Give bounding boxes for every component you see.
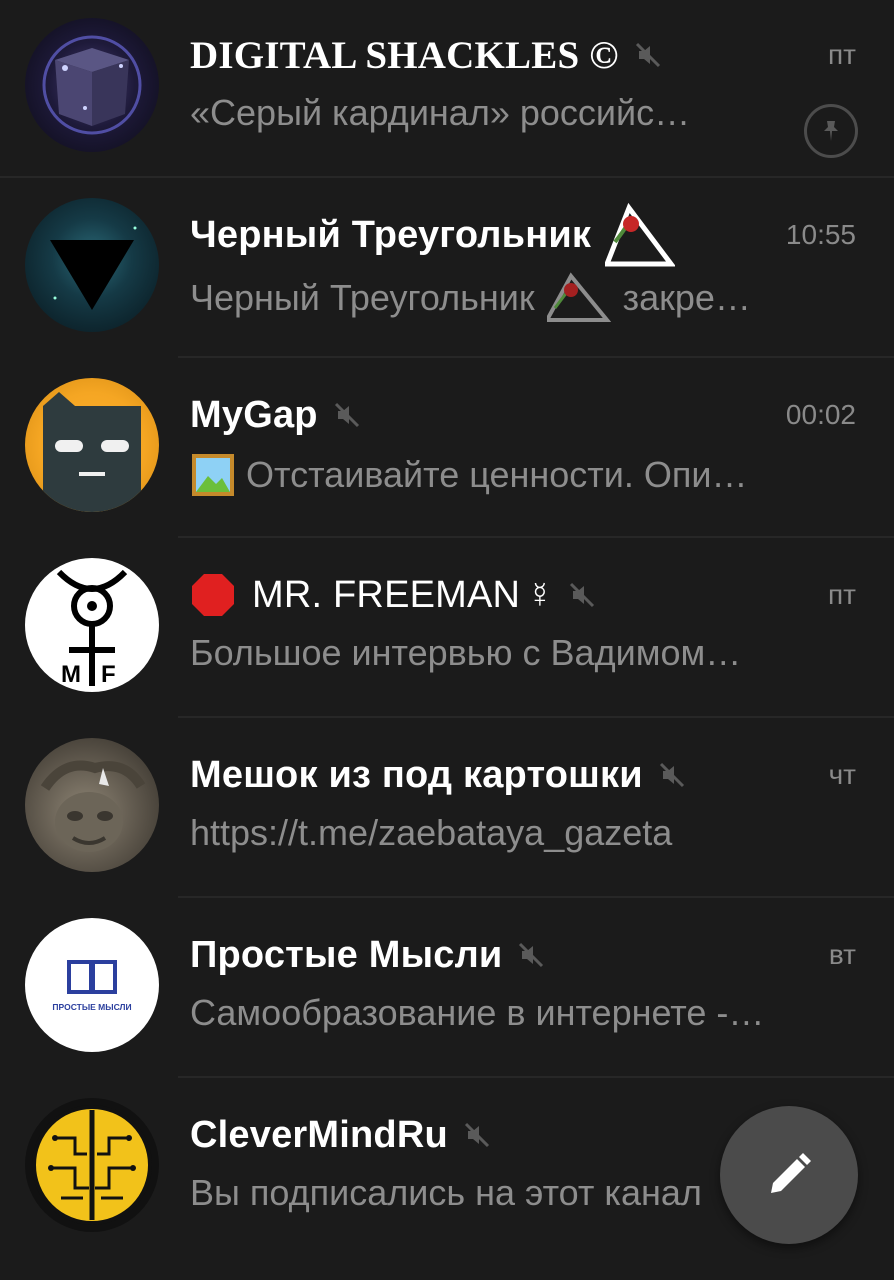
chat-row-black-triangle[interactable]: Черный Треугольник 10:55 Черный Треуголь…	[0, 180, 894, 358]
muted-speaker-icon	[334, 402, 359, 428]
chat-time: пт	[828, 579, 856, 610]
chat-preview-text: «Серый кардинал» российс…	[190, 92, 691, 133]
avatar	[25, 18, 159, 152]
divider	[178, 896, 894, 898]
chat-title: MyGap	[190, 393, 318, 436]
avatar	[25, 378, 159, 512]
chat-preview: Самообразование в интернете -…	[190, 992, 810, 1034]
muted-speaker-icon	[464, 1122, 489, 1148]
muted-speaker-icon	[635, 42, 660, 68]
chat-preview-text: Черный Треугольник	[190, 277, 535, 318]
chat-title: Простые Мысли	[190, 933, 503, 976]
compose-button[interactable]	[720, 1106, 858, 1244]
chat-title: Мешок из под картошки	[190, 753, 643, 796]
chat-title-line: DIGITAL SHACKLES ©	[190, 30, 858, 80]
chat-preview-text: Большое интервью с Вадимом…	[190, 632, 742, 673]
chat-time: 10:55	[785, 219, 856, 250]
avatar-label: ПРОСТЫЕ МЫСЛИ	[52, 1002, 131, 1012]
divider	[178, 536, 894, 538]
chat-row-digital-shackles[interactable]: DIGITAL SHACKLES © пт «Серый кардинал» р…	[0, 0, 894, 178]
chat-title-line: Мешок из под картошки	[190, 750, 858, 800]
chat-title: DIGITAL SHACKLES ©	[190, 33, 619, 77]
chat-title-line: MyGap	[190, 390, 858, 440]
chat-time: вт	[828, 939, 856, 970]
chat-preview-text-end: закре…	[622, 277, 751, 318]
muted-speaker-icon	[519, 942, 544, 968]
stop-sign-icon	[192, 574, 234, 616]
chat-preview-text: Отстаивайте ценности. Опи…	[246, 454, 748, 495]
chat-title-line: Простые Мысли	[190, 930, 858, 980]
avatar: M F	[25, 558, 159, 692]
divider	[178, 1076, 894, 1078]
chat-row-mr-freeman[interactable]: M F MR. FREEMAN ☿ пт Большое интервью с …	[0, 540, 894, 718]
chat-preview: Черный Треугольник закре…	[190, 272, 810, 324]
rose-triangle-icon	[546, 272, 611, 322]
chat-preview: Вы подписались на этот канал	[190, 1172, 810, 1214]
chat-row-meshok[interactable]: Мешок из под картошки чт https://t.me/za…	[0, 720, 894, 898]
chat-preview: https://t.me/zaebataya_gazeta	[190, 812, 810, 854]
chat-list: DIGITAL SHACKLES © пт «Серый кардинал» р…	[0, 0, 894, 1280]
chat-time: пт	[828, 39, 856, 70]
chat-title: MR. FREEMAN	[252, 573, 521, 616]
chat-preview-text: https://t.me/zaebataya_gazeta	[190, 812, 673, 853]
muted-speaker-icon	[659, 762, 684, 788]
chat-time: 00:02	[785, 399, 856, 430]
divider	[0, 176, 894, 178]
divider	[178, 716, 894, 718]
svg-text:M: M	[61, 661, 81, 688]
chat-preview: Отстаивайте ценности. Опи…	[190, 452, 810, 498]
chat-preview: «Серый кардинал» российс…	[190, 92, 750, 134]
divider	[178, 356, 894, 358]
chat-row-mygap[interactable]: MyGap 00:02 Отстаивайте ценности. Опи…	[0, 360, 894, 538]
chat-time: чт	[828, 759, 856, 790]
rose-triangle-icon	[605, 202, 676, 267]
mercury-symbol: ☿	[526, 574, 554, 615]
avatar: ПРОСТЫЕ МЫСЛИ	[25, 918, 159, 1052]
pencil-icon	[771, 1153, 811, 1193]
svg-text:F: F	[101, 661, 116, 688]
chat-title-line: MR. FREEMAN ☿	[190, 570, 858, 620]
muted-speaker-icon	[570, 582, 595, 608]
photo-icon	[192, 454, 234, 496]
avatar	[25, 738, 159, 872]
chat-title: CleverMindRu	[190, 1113, 448, 1156]
chat-row-prostye-mysli[interactable]: ПРОСТЫЕ МЫСЛИ Простые Мысли вт Самообраз…	[0, 900, 894, 1078]
chat-title-line: Черный Треугольник	[190, 202, 858, 267]
chat-preview-text: Вы подписались на этот канал	[190, 1172, 702, 1213]
pin-icon	[804, 104, 858, 158]
avatar	[25, 198, 159, 332]
chat-title: Черный Треугольник	[190, 213, 592, 256]
chat-preview-text: Самообразование в интернете -…	[190, 992, 765, 1033]
chat-preview: Большое интервью с Вадимом…	[190, 632, 810, 674]
avatar	[25, 1098, 159, 1232]
